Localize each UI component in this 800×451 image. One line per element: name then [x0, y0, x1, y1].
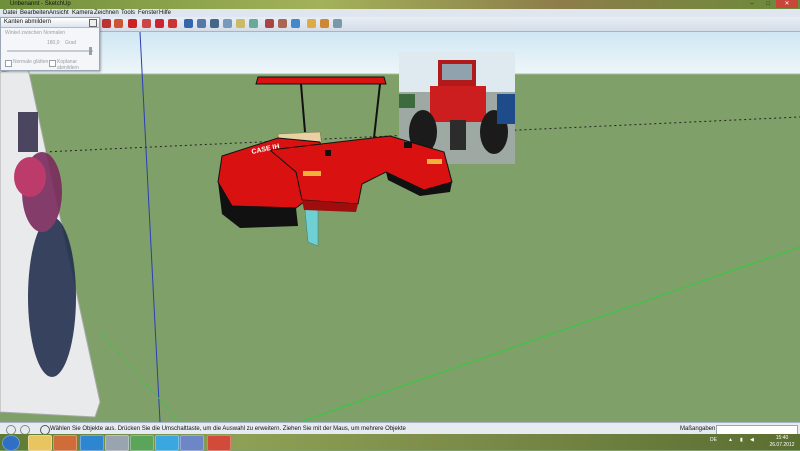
- menu-item-tools[interactable]: Tools: [121, 9, 135, 17]
- angle-slider-track[interactable]: [7, 50, 93, 52]
- tractor-roof: [255, 76, 387, 85]
- line-icon[interactable]: [114, 19, 123, 28]
- angle-value: 180,0: [47, 40, 60, 46]
- tray-arrow-icon[interactable]: ▲: [728, 437, 733, 443]
- menu-item-hilfe[interactable]: Hilfe: [159, 9, 171, 17]
- roof-post-left: [300, 83, 306, 133]
- rotate-icon[interactable]: [155, 19, 164, 28]
- network-icon[interactable]: ▮: [740, 437, 743, 443]
- window-title: Unbenannt - SketchUp: [10, 1, 71, 7]
- scene-drawing: CASE IH: [0, 32, 800, 422]
- tractor-hitch: [325, 150, 331, 156]
- close-button[interactable]: ✕: [776, 0, 798, 8]
- soften-coplanar-label: Koplanar abmildern: [57, 59, 79, 71]
- share-model-icon[interactable]: [320, 19, 329, 28]
- taskbar-browser-icon[interactable]: [80, 435, 104, 451]
- green-axis-line: [299, 246, 800, 422]
- smooth-normals-label: Normale glätten: [13, 59, 49, 65]
- pan-icon[interactable]: [197, 19, 206, 28]
- angle-label: Winkel zwischen Normalen: [5, 30, 66, 36]
- smooth-normals-checkbox[interactable]: [5, 60, 12, 67]
- tractor-light-right: [427, 159, 442, 164]
- soften-coplanar-checkbox[interactable]: [49, 60, 56, 67]
- menu-item-fenster[interactable]: Fenster: [138, 9, 158, 17]
- push-pull-icon[interactable]: [128, 19, 137, 28]
- previous-view-icon[interactable]: [249, 19, 258, 28]
- menu-item-datei[interactable]: Datei: [3, 9, 17, 17]
- window-title-bar: Unbenannt - SketchUp – □ ✕: [0, 0, 800, 9]
- look-around-icon[interactable]: [291, 19, 300, 28]
- dialog-title: Kanten abmildern: [4, 19, 52, 25]
- orbit-icon[interactable]: [184, 19, 193, 28]
- taskbar-sketchup-icon[interactable]: [207, 435, 231, 451]
- model-viewport[interactable]: CASE IH: [0, 32, 800, 422]
- menu-item-zeichnen[interactable]: Zeichnen: [94, 9, 119, 17]
- components-icon[interactable]: [333, 19, 342, 28]
- tractor-light-left: [303, 171, 321, 176]
- blue-axis-line: [139, 32, 161, 422]
- main-toolbar: [0, 17, 800, 32]
- scale-icon[interactable]: [168, 19, 177, 28]
- clock-time: 15:40: [775, 435, 789, 441]
- menu-item-ansicht[interactable]: Ansicht: [49, 9, 69, 17]
- taskbar-explorer-icon[interactable]: [28, 435, 52, 451]
- taskbar-skype-icon[interactable]: [155, 435, 179, 451]
- taskbar-app-icon-2[interactable]: [130, 435, 154, 451]
- angle-slider-handle[interactable]: [89, 47, 92, 55]
- zoom-window-icon[interactable]: [223, 19, 232, 28]
- angle-unit: Grad: [65, 40, 77, 46]
- move-icon[interactable]: [142, 19, 151, 28]
- dialog-header: Kanten abmildern: [1, 18, 99, 28]
- os-taskbar: DE ▲ ▮ ◀ 15:40 26.07.2012: [0, 434, 800, 451]
- roof-post-right: [373, 83, 381, 139]
- menu-item-bearbeiten[interactable]: Bearbeiten: [20, 9, 49, 17]
- get-models-icon[interactable]: [307, 19, 316, 28]
- minimize-button[interactable]: –: [744, 0, 760, 8]
- taskbar-media-icon[interactable]: [53, 435, 77, 451]
- walk-icon[interactable]: [278, 19, 287, 28]
- start-button[interactable]: [2, 435, 20, 451]
- language-indicator[interactable]: DE: [710, 437, 717, 443]
- taskbar-app-icon-3[interactable]: [180, 435, 204, 451]
- green-axis-dashed: [99, 331, 181, 422]
- soften-edges-dialog: Kanten abmildern Winkel zwischen Normale…: [0, 17, 100, 71]
- maximize-button[interactable]: □: [760, 0, 776, 8]
- zoom-icon[interactable]: [210, 19, 219, 28]
- position-camera-icon[interactable]: [265, 19, 274, 28]
- clock-date: 26.07.2012: [769, 442, 795, 448]
- taskbar-clock[interactable]: 15:40 26.07.2012: [764, 435, 800, 449]
- menu-item-kamera[interactable]: Kamera: [72, 9, 93, 17]
- paint-icon[interactable]: [102, 19, 111, 28]
- taskbar-app-icon[interactable]: [105, 435, 129, 451]
- dialog-pin-icon[interactable]: [89, 19, 97, 27]
- volume-icon[interactable]: ◀: [750, 437, 754, 443]
- zoom-extents-icon[interactable]: [236, 19, 245, 28]
- tractor-hitch-right: [404, 142, 412, 148]
